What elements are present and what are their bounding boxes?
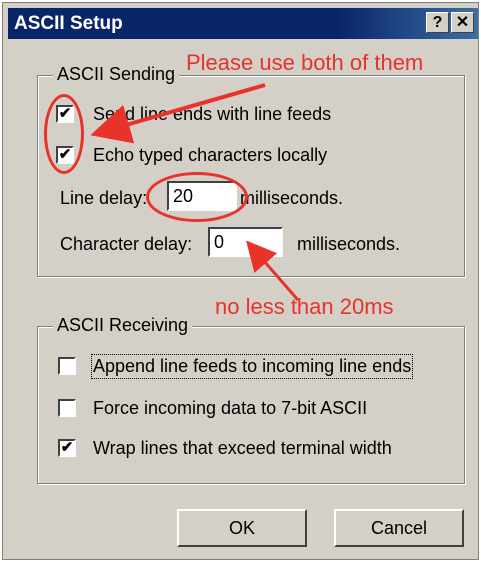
char-delay-unit: milliseconds.: [297, 234, 401, 254]
echo-local-label: Echo typed characters locally: [93, 145, 328, 165]
title-bar: ASCII Setup ? ✕: [8, 8, 478, 39]
close-button[interactable]: ✕: [451, 12, 474, 33]
line-delay-label: Line delay:: [60, 188, 148, 208]
annotation-use-both: Please use both of them: [186, 50, 424, 75]
force-7bit-label: Force incoming data to 7-bit ASCII: [93, 398, 368, 418]
wrap-lines-checkbox[interactable]: ✔: [58, 439, 76, 457]
annotation-checkbox-circle: [44, 94, 84, 174]
char-delay-field[interactable]: 0: [208, 227, 283, 257]
force-7bit-checkbox[interactable]: [58, 399, 76, 417]
append-lf-checkbox[interactable]: [58, 357, 76, 375]
window-title: ASCII Setup: [14, 13, 123, 34]
help-button[interactable]: ?: [426, 12, 449, 33]
char-delay-label: Character delay:: [60, 234, 193, 254]
ok-button[interactable]: OK: [177, 509, 307, 547]
ascii-sending-legend: ASCII Sending: [53, 64, 180, 85]
cancel-button[interactable]: Cancel: [334, 509, 464, 547]
ascii-receiving-legend: ASCII Receiving: [53, 315, 193, 336]
annotation-field-circle: [146, 172, 248, 222]
append-lf-label: Append line feeds to incoming line ends: [90, 354, 414, 379]
annotation-min-delay: no less than 20ms: [215, 294, 394, 319]
send-line-ends-label: Send line ends with line feeds: [93, 104, 332, 124]
line-delay-unit: milliseconds.: [240, 188, 344, 208]
wrap-lines-label: Wrap lines that exceed terminal width: [93, 438, 392, 458]
